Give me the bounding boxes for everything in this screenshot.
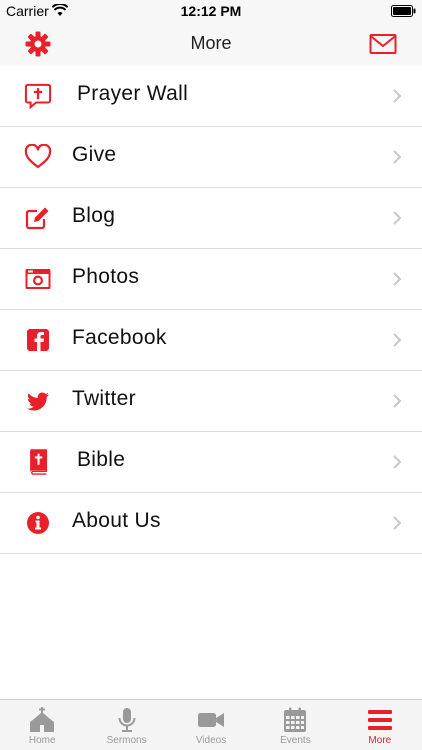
- menu-item-label: Bible: [77, 448, 126, 471]
- menu-item-label: Twitter: [72, 387, 136, 410]
- tab-videos[interactable]: Videos: [169, 700, 253, 750]
- menu-item-bible[interactable]: Bible: [0, 432, 422, 493]
- menu-item-label: About Us: [72, 509, 161, 532]
- chevron-right-icon: [393, 394, 402, 408]
- menu-icon: [367, 710, 392, 730]
- chevron-right-icon: [393, 333, 402, 347]
- twitter-icon: [27, 392, 49, 411]
- tab-label: Events: [280, 735, 311, 746]
- tab-label: More: [368, 735, 392, 746]
- menu-item-label: Photos: [72, 265, 140, 288]
- tab-label: Videos: [195, 735, 227, 746]
- chevron-right-icon: [393, 516, 402, 530]
- menu-item-about-us[interactable]: About Us: [0, 493, 422, 554]
- church-icon: [30, 707, 55, 732]
- more-screen: Carrier 12:12 PM More Prayer Wall Give B…: [0, 0, 422, 750]
- navigation-bar: More: [0, 22, 422, 66]
- menu-item-label: Give: [72, 143, 117, 166]
- page-title: More: [190, 33, 232, 53]
- camera-icon: [25, 269, 51, 289]
- chevron-right-icon: [393, 150, 402, 164]
- chevron-right-icon: [393, 211, 402, 225]
- info-icon: [27, 512, 49, 534]
- status-bar: Carrier 12:12 PM: [0, 0, 422, 22]
- video-camera-icon: [198, 713, 225, 727]
- chevron-right-icon: [393, 89, 402, 103]
- menu-item-give[interactable]: Give: [0, 127, 422, 188]
- battery-icon: [391, 5, 416, 17]
- bible-icon: [30, 449, 48, 475]
- menu-item-photos[interactable]: Photos: [0, 249, 422, 310]
- tab-events[interactable]: Events: [253, 700, 337, 750]
- menu-list: Prayer Wall Give Blog Photos Facebook Tw…: [0, 66, 422, 554]
- heart-icon: [24, 144, 52, 169]
- edit-icon: [25, 207, 49, 230]
- prayer-bubble-icon: [24, 83, 52, 109]
- menu-item-label: Prayer Wall: [77, 82, 189, 105]
- tab-label: Home: [28, 735, 56, 746]
- menu-item-label: Blog: [72, 204, 116, 227]
- menu-item-blog[interactable]: Blog: [0, 188, 422, 249]
- tab-home[interactable]: Home: [0, 700, 84, 750]
- tab-sermons[interactable]: Sermons: [84, 700, 168, 750]
- tab-bar: Home Sermons Videos Events More: [0, 699, 422, 750]
- menu-item-facebook[interactable]: Facebook: [0, 310, 422, 371]
- tab-label: Sermons: [106, 735, 147, 746]
- chevron-right-icon: [393, 272, 402, 286]
- menu-item-twitter[interactable]: Twitter: [0, 371, 422, 432]
- menu-item-label: Facebook: [72, 326, 167, 349]
- facebook-icon: [27, 329, 49, 351]
- envelope-icon[interactable]: [369, 32, 397, 56]
- menu-item-prayer-wall[interactable]: Prayer Wall: [0, 66, 422, 127]
- chevron-right-icon: [393, 455, 402, 469]
- calendar-icon: [284, 707, 307, 732]
- clock-label: 12:12 PM: [180, 3, 242, 19]
- microphone-icon: [118, 708, 136, 732]
- tab-more[interactable]: More: [338, 700, 422, 750]
